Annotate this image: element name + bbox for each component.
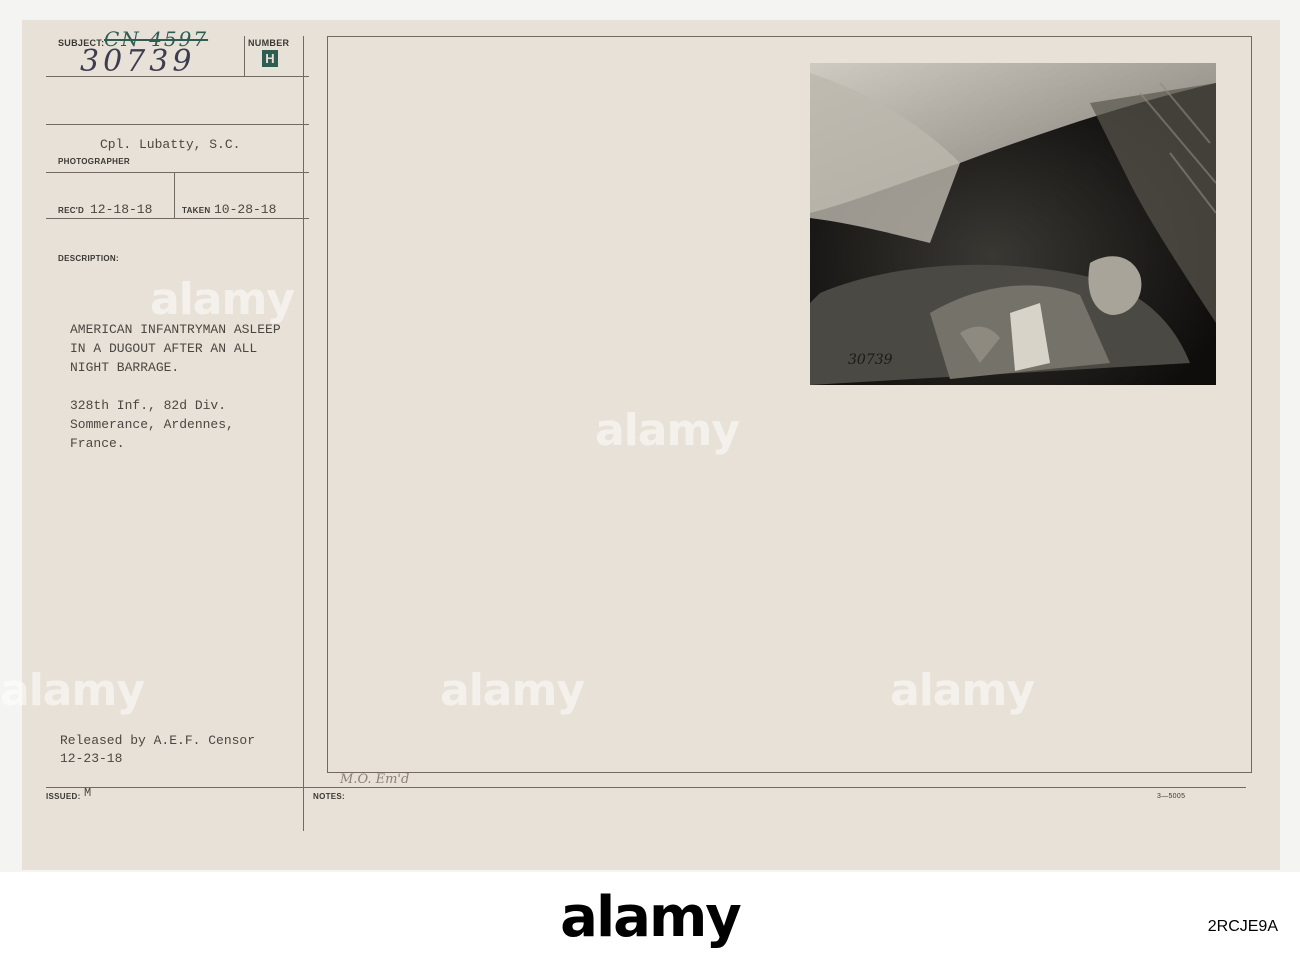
notes-label: NOTES:: [313, 792, 346, 801]
release-line: Released by A.E.F. Censor: [60, 733, 256, 748]
dugout-photo-drawing: [810, 63, 1216, 385]
subject-number: 30739: [80, 44, 196, 79]
unit-line: France.: [70, 436, 125, 451]
recd-label: REC'D: [58, 206, 85, 215]
alamy-logo: alamy: [0, 872, 1300, 963]
photographer-rule: [46, 172, 309, 173]
photographer-name: Cpl. Lubatty, S.C.: [100, 137, 241, 152]
watermark: alamy: [440, 665, 585, 716]
date-box-divider: [174, 172, 175, 218]
logo-text: alamy: [560, 885, 742, 950]
unit-line: 328th Inf., 82d Div.: [70, 398, 227, 413]
issued-label: ISSUED:: [46, 792, 81, 801]
number-box-divider: [244, 36, 245, 76]
form-number: 3—5005: [1157, 793, 1186, 800]
issued-value: M: [84, 786, 92, 800]
bottom-rule: [46, 787, 1246, 788]
watermark: alamy: [595, 405, 740, 456]
taken-label: TAKEN: [182, 206, 211, 215]
watermark: alamy: [890, 665, 1035, 716]
notes-handwritten: M.O. Em'd: [340, 772, 410, 787]
photo-number: 30739: [848, 352, 893, 368]
number-label: NUMBER: [248, 38, 290, 48]
release-date: 12-23-18: [60, 751, 123, 766]
date-rule: [46, 218, 309, 219]
photographer-label: PHOTOGRAPHER: [58, 157, 130, 166]
number-stamp: H: [262, 50, 278, 67]
stock-id: 2RCJE9A: [1207, 918, 1278, 935]
left-panel-divider: [303, 36, 304, 831]
description-label: DESCRIPTION:: [58, 254, 119, 263]
taken-date: 10-28-18: [214, 202, 277, 217]
unit-line: Sommerance, Ardennes,: [70, 417, 234, 432]
description-line: IN A DUGOUT AFTER AN ALL: [70, 341, 258, 356]
recd-date: 12-18-18: [90, 202, 153, 217]
watermark: alamy: [150, 274, 295, 325]
description-line: NIGHT BARRAGE.: [70, 360, 180, 375]
photographer-rule-top: [46, 124, 309, 125]
watermark: alamy: [0, 665, 145, 716]
dugout-photo: [810, 63, 1216, 385]
